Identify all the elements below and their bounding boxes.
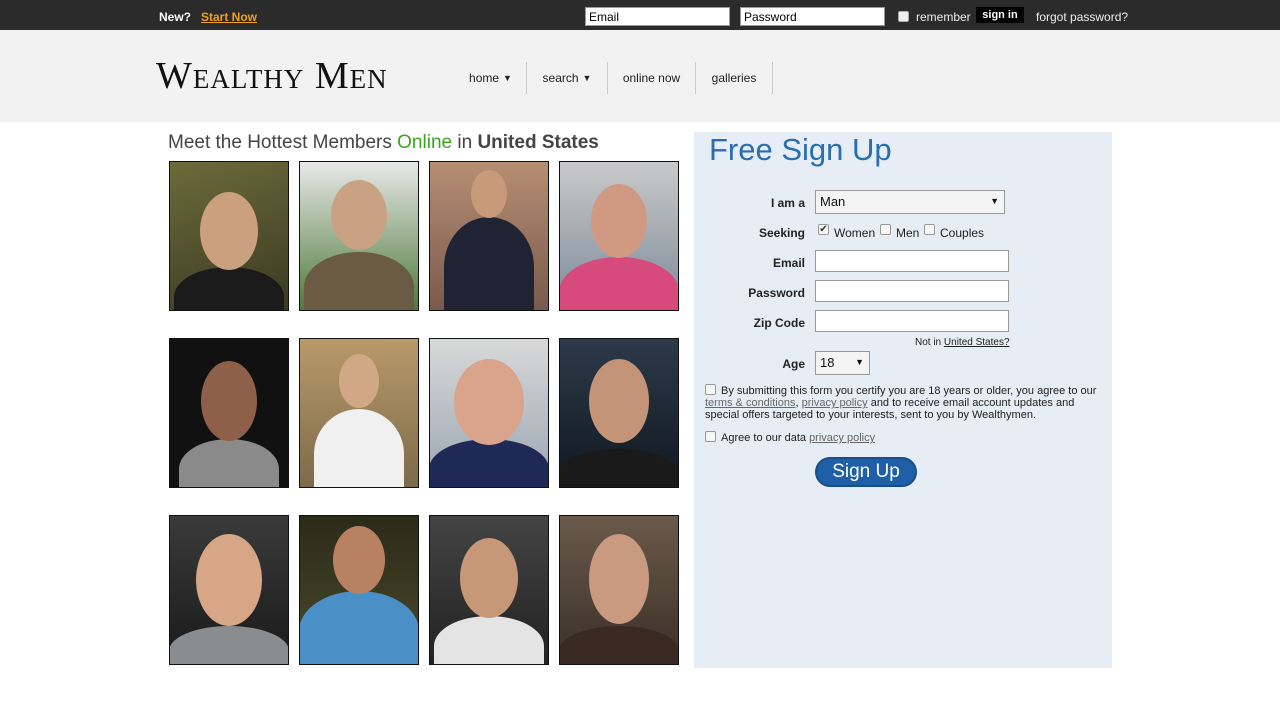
header: Wealthy Men home ▼ search ▼ online now g… (0, 30, 1280, 122)
members-title-in: in (452, 132, 478, 153)
sign-up-button[interactable]: Sign Up (815, 457, 917, 487)
member-photo-face (471, 170, 507, 218)
nav-galleries[interactable]: galleries (696, 62, 773, 94)
nav-home-label: home (469, 71, 500, 85)
member-photo-body (560, 626, 678, 664)
agree-privacy-checkbox[interactable] (705, 431, 716, 442)
member-photo[interactable] (169, 161, 289, 311)
member-photo[interactable] (429, 161, 549, 311)
country-note: Not in United States? (915, 337, 1010, 348)
nav-galleries-label: galleries (711, 71, 757, 85)
member-photo-face (589, 534, 649, 624)
agree-text: Agree to our data privacy policy (721, 432, 875, 444)
login-email-input[interactable] (585, 7, 730, 26)
nav-online-now[interactable]: online now (608, 62, 696, 94)
nav-home[interactable]: home ▼ (455, 62, 527, 94)
terms-link[interactable]: terms & conditions (705, 397, 795, 409)
chevron-down-icon: ▼ (855, 357, 864, 367)
seeking-couples-checkbox[interactable] (924, 224, 935, 235)
forgot-password-link[interactable]: forgot password? (1036, 10, 1128, 24)
email-label: Email (772, 256, 805, 270)
age-label: Age (782, 357, 805, 371)
member-photo-body (174, 267, 284, 310)
change-country-link[interactable]: United States? (944, 337, 1010, 348)
member-photo[interactable] (169, 515, 289, 665)
member-photo[interactable] (299, 515, 419, 665)
member-photo[interactable] (299, 338, 419, 488)
agree-text-prefix: Agree to our data (721, 432, 810, 444)
member-photo-face (333, 526, 385, 594)
member-photo-body (179, 439, 279, 487)
age-select[interactable]: 18 ▼ (815, 351, 870, 375)
member-photo-face (454, 359, 524, 445)
top-bar: New? Start Now remember sign in forgot p… (0, 0, 1280, 30)
nav-search[interactable]: search ▼ (527, 62, 608, 94)
member-photo[interactable] (559, 515, 679, 665)
seeking-women-checkbox[interactable]: ✔ (818, 224, 829, 235)
chevron-down-icon: ▼ (990, 196, 999, 206)
nav-online-now-label: online now (622, 71, 681, 85)
member-photo-face (196, 534, 262, 626)
seeking-men-label: Men (896, 226, 920, 240)
member-photo-face (589, 359, 649, 443)
member-photo[interactable] (429, 338, 549, 488)
member-photo-body (304, 252, 414, 310)
signup-panel: Free Sign Up I am a Man ▼ Seeking ✔ Wome… (694, 132, 1112, 668)
main-nav: home ▼ search ▼ online now galleries (455, 62, 773, 94)
email-field[interactable] (815, 250, 1009, 272)
zip-label: Zip Code (753, 316, 805, 330)
i-am-label: I am a (770, 196, 805, 210)
members-title-prefix: Meet the Hottest Members (168, 132, 398, 153)
country-note-prefix: Not in (915, 337, 944, 348)
start-now-link[interactable]: Start Now (201, 10, 257, 24)
remember-checkbox[interactable] (898, 11, 909, 22)
member-photo-face (591, 184, 647, 258)
site-logo[interactable]: Wealthy Men (156, 54, 388, 98)
seeking-label: Seeking (758, 226, 805, 240)
password-label: Password (748, 286, 805, 300)
member-photo[interactable] (429, 515, 549, 665)
member-photo[interactable] (559, 161, 679, 311)
member-photo-body (430, 439, 548, 487)
chevron-down-icon: ▼ (503, 73, 512, 83)
members-title-online: Online (397, 132, 453, 153)
seeking-couples-label: Couples (940, 226, 985, 240)
members-title-country: United States (477, 132, 599, 153)
member-photo-face (331, 180, 387, 250)
login-password-input[interactable] (740, 7, 885, 26)
legal-text-1: By submitting this form you certify you … (721, 385, 1097, 397)
member-photo-face (201, 361, 257, 441)
members-title: Meet the Hottest Members Online in Unite… (168, 132, 599, 154)
member-photo[interactable] (169, 338, 289, 488)
gender-select-value: Man (820, 194, 846, 209)
privacy-policy-link[interactable]: privacy policy (802, 397, 868, 409)
password-field[interactable] (815, 280, 1009, 302)
new-label: New? (159, 10, 192, 24)
member-photo[interactable] (559, 338, 679, 488)
remember-label: remember (916, 10, 971, 24)
seeking-men-checkbox[interactable] (880, 224, 891, 235)
member-photo-face (339, 354, 379, 408)
member-photo-face (200, 192, 258, 270)
seeking-women-label: Women (834, 226, 876, 240)
member-photo[interactable] (299, 161, 419, 311)
age-select-value: 18 (820, 355, 835, 370)
member-photo-body (444, 217, 534, 310)
gender-select[interactable]: Man ▼ (815, 190, 1005, 214)
chevron-down-icon: ▼ (582, 73, 592, 83)
member-photo-body (560, 449, 678, 487)
legal-text: By submitting this form you certify you … (705, 385, 1100, 421)
member-photo-body (560, 257, 678, 310)
zip-field[interactable] (815, 310, 1009, 332)
data-privacy-link[interactable]: privacy policy (809, 432, 875, 444)
member-photo-face (460, 538, 518, 618)
member-photo-body (434, 616, 544, 664)
nav-search-label: search (542, 71, 579, 85)
member-photo-body (170, 626, 288, 664)
signup-title: Free Sign Up (709, 132, 892, 167)
member-photo-body (300, 591, 418, 664)
member-photo-body (314, 409, 404, 487)
sign-in-button[interactable]: sign in (976, 7, 1024, 23)
